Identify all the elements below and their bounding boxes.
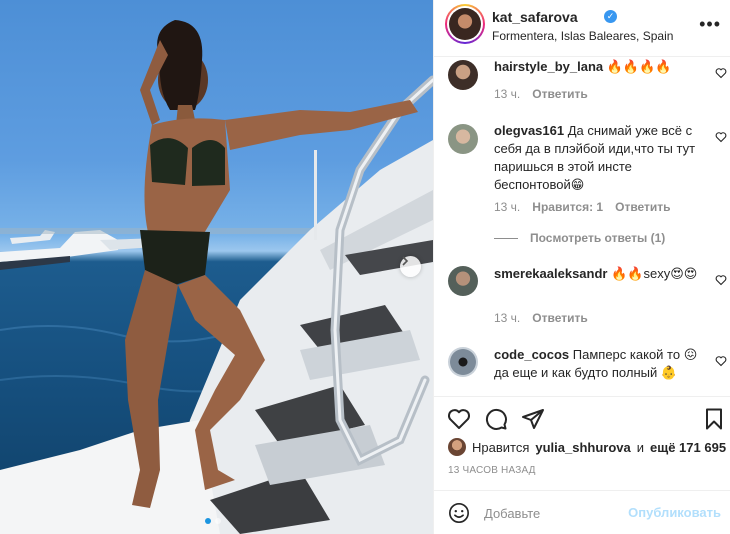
post-timestamp[interactable]: 13 ЧАСОВ НАЗАД (448, 465, 536, 476)
comment-likes-count[interactable]: Нравится: 1 (532, 200, 603, 214)
publish-button[interactable]: Опубликовать (628, 505, 721, 520)
post-location[interactable]: Formentera, Islas Baleares, Spain (492, 29, 673, 43)
photo-scene (0, 20, 433, 534)
comments-list[interactable]: hairstyle_by_lana 🔥🔥🔥🔥 13 ч. Ответить ol… (434, 57, 730, 396)
verified-badge-icon: ✓ (604, 10, 617, 23)
emoji-smile-icon[interactable] (448, 502, 470, 524)
comment-username[interactable]: smerekaaleksandr (494, 266, 607, 281)
share-send-icon[interactable] (521, 407, 545, 431)
heart-icon[interactable] (447, 407, 471, 431)
bookmark-icon[interactable] (702, 407, 726, 431)
comment-meta: 13 ч. Ответить (494, 311, 588, 325)
likes-prefix: Нравится (472, 439, 530, 455)
liker-avatar[interactable] (448, 438, 466, 456)
replies-divider (494, 237, 518, 239)
reply-button[interactable]: Ответить (615, 200, 670, 214)
comment-username[interactable]: hairstyle_by_lana (494, 59, 603, 74)
add-comment-bar: Опубликовать (434, 490, 730, 534)
comment-text: 🔥🔥sexy😍😍 (611, 266, 698, 281)
author-username[interactable]: kat_safarova (492, 9, 578, 25)
commenter-avatar[interactable] (448, 266, 478, 296)
comment-time[interactable]: 13 ч. (494, 87, 520, 101)
post-actions-bar (434, 396, 730, 436)
more-horizontal-icon[interactable]: ••• (699, 14, 721, 35)
like-heart-icon[interactable] (715, 67, 727, 79)
view-replies-button[interactable]: Посмотреть ответы (1) (494, 231, 665, 245)
chevron-right-icon (402, 256, 409, 266)
view-replies-label: Посмотреть ответы (1) (530, 231, 666, 245)
carousel-dot (215, 518, 221, 524)
like-heart-icon[interactable] (715, 355, 727, 367)
likes-conjunction: и (636, 439, 645, 455)
comment-text: 🔥🔥🔥🔥 (606, 59, 672, 74)
comment-meta: 13 ч. Ответить (494, 87, 588, 101)
post-photo[interactable] (0, 0, 433, 534)
next-slide-button[interactable] (400, 256, 421, 277)
comment-time[interactable]: 13 ч. (494, 200, 520, 214)
carousel-indicator (205, 518, 221, 524)
post-header: kat_safarova ✓ Formentera, Islas Baleare… (434, 0, 730, 57)
carousel-dot (205, 518, 211, 524)
reply-button[interactable]: Ответить (532, 87, 587, 101)
post-side-panel: kat_safarova ✓ Formentera, Islas Baleare… (433, 0, 730, 534)
author-avatar[interactable] (445, 4, 485, 44)
comment-username[interactable]: olegvas161 (494, 123, 564, 138)
like-heart-icon[interactable] (715, 274, 727, 286)
comment-bubble-icon[interactable] (484, 407, 508, 431)
comment-time[interactable]: 13 ч. (494, 311, 520, 325)
like-heart-icon[interactable] (715, 131, 727, 143)
commenter-avatar[interactable] (448, 124, 478, 154)
liker-username[interactable]: yulia_shhurova (535, 440, 630, 455)
commenter-avatar[interactable] (448, 347, 478, 377)
likes-summary: Нравится yulia_shhurova и ещё 171 695 (448, 438, 726, 456)
comment-meta: 13 ч. Нравится: 1 Ответить (494, 200, 671, 214)
commenter-avatar[interactable] (448, 60, 478, 90)
likes-count[interactable]: ещё 171 695 (650, 440, 726, 455)
comment-username[interactable]: code_cocos (494, 347, 569, 362)
reply-button[interactable]: Ответить (532, 311, 587, 325)
